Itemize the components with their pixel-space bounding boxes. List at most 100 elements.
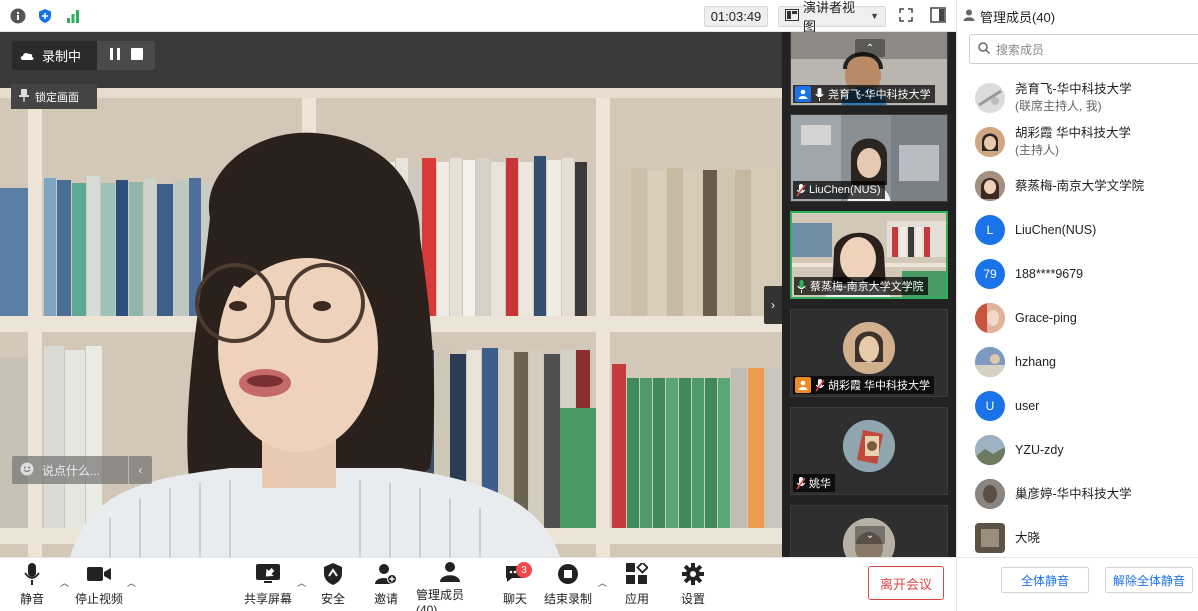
meeting-timer: 01:03:49 bbox=[704, 6, 768, 27]
video-thumbnail[interactable]: ⌃ 尧育飞-华中科技大学 bbox=[790, 32, 948, 106]
member-name-block: Grace-ping bbox=[1015, 310, 1077, 327]
member-row[interactable]: YZU-zdy bbox=[957, 428, 1198, 472]
member-name: 胡彩霞 华中科技大学 bbox=[1015, 126, 1131, 140]
pause-recording-icon[interactable] bbox=[109, 48, 121, 63]
member-avatar bbox=[975, 83, 1005, 113]
info-icon[interactable] bbox=[9, 7, 27, 25]
member-row[interactable]: 大晓 bbox=[957, 516, 1198, 560]
video-thumbnail[interactable]: 胡彩霞 华中科技大学 bbox=[790, 309, 948, 397]
chat-label: 聊天 bbox=[502, 592, 527, 606]
view-mode-label: 演讲者视图 bbox=[803, 0, 856, 34]
participants-button[interactable]: 管理成员(40) bbox=[416, 562, 484, 611]
chevron-left-icon[interactable]: ‹ bbox=[128, 456, 152, 484]
video-thumbnail[interactable]: ⌄ bbox=[790, 505, 948, 557]
fullscreen-icon[interactable] bbox=[898, 7, 916, 25]
video-thumbnail[interactable]: LiuChen(NUS) bbox=[790, 114, 948, 202]
pin-icon bbox=[19, 88, 29, 105]
member-name: 蔡蒸梅-南京大学文学院 bbox=[1015, 178, 1145, 193]
panel-title: 管理成员(40) bbox=[980, 9, 1056, 25]
lock-view-button[interactable]: 锁定画面 bbox=[11, 84, 97, 109]
thumbnail-strip[interactable]: ⌃ 尧育飞-华中科技大学 LiuChen(NUS) 蔡蒸梅-南京大学文学院 胡彩… bbox=[782, 32, 956, 557]
thumbnail-name: 姚华 bbox=[809, 478, 831, 490]
member-name-block: user bbox=[1015, 398, 1039, 415]
chat-input-placeholder[interactable]: 说点什么... bbox=[42, 462, 128, 479]
shield-icon[interactable] bbox=[36, 7, 54, 25]
share-screen-button[interactable]: 共享屏幕 bbox=[244, 562, 292, 608]
recording-indicator: 录制中 bbox=[12, 41, 155, 70]
speaker-view-icon bbox=[785, 7, 799, 26]
member-name: 巢彦婷-华中科技大学 bbox=[1015, 486, 1132, 501]
shield-icon bbox=[321, 562, 345, 586]
chat-input-overlay[interactable]: 说点什么... ‹ bbox=[12, 456, 152, 484]
chevron-up-icon[interactable]: ︿ bbox=[60, 576, 69, 589]
share-screen-label: 共享屏幕 bbox=[244, 592, 293, 606]
thumbnail-name: 尧育飞-华中科技大学 bbox=[828, 89, 931, 101]
member-row[interactable]: L LiuChen(NUS) bbox=[957, 208, 1198, 252]
member-list[interactable]: 尧育飞-华中科技大学 (联席主持人, 我) 胡彩霞 华中科技大学 (主持人) 蔡… bbox=[957, 76, 1198, 560]
member-row[interactable]: 蔡蒸梅-南京大学文学院 bbox=[957, 164, 1198, 208]
recording-controls bbox=[97, 41, 155, 70]
member-role: (联席主持人, 我) bbox=[1015, 99, 1102, 113]
member-avatar-initial: L bbox=[975, 215, 1005, 245]
view-mode-dropdown[interactable]: 演讲者视图 ▼ bbox=[778, 0, 886, 34]
member-avatar bbox=[975, 347, 1005, 377]
participant-avatar bbox=[843, 420, 895, 472]
unmute-all-button[interactable]: 解除全体静音 bbox=[1105, 567, 1193, 593]
chevron-down-icon[interactable]: ⌄ bbox=[855, 526, 885, 544]
search-placeholder: 搜索成员 bbox=[996, 42, 1045, 57]
member-name: 大晓 bbox=[1015, 530, 1041, 545]
member-name-block: LiuChen(NUS) bbox=[1015, 222, 1096, 239]
main-video[interactable]: 录制中 锁定画面 说点什么... ‹ bbox=[0, 32, 782, 557]
member-row[interactable]: Grace-ping bbox=[957, 296, 1198, 340]
video-thumbnail[interactable]: 姚华 bbox=[790, 407, 948, 495]
thumbnail-name: 蔡蒸梅-南京大学文学院 bbox=[810, 281, 924, 293]
search-icon bbox=[978, 41, 991, 57]
chevron-up-icon[interactable]: ︿ bbox=[297, 576, 306, 589]
member-name: user bbox=[1015, 398, 1040, 413]
member-name-block: 巢彦婷-华中科技大学 bbox=[1015, 486, 1132, 503]
member-row[interactable]: 尧育飞-华中科技大学 (联席主持人, 我) bbox=[957, 76, 1198, 120]
mute-button[interactable]: 静音 bbox=[18, 562, 46, 608]
video-thumbnail-active[interactable]: 蔡蒸梅-南京大学文学院 bbox=[790, 211, 948, 299]
member-row[interactable]: 巢彦婷-华中科技大学 bbox=[957, 472, 1198, 516]
speaker-video-frame bbox=[0, 88, 782, 557]
stop-recording-icon[interactable] bbox=[131, 48, 143, 63]
member-search-input[interactable]: 搜索成员 bbox=[969, 34, 1198, 64]
member-name: 188****9679 bbox=[1015, 266, 1084, 281]
thumbnail-name: LiuChen(NUS) bbox=[809, 184, 881, 196]
apps-label: 应用 bbox=[624, 592, 649, 606]
mute-label: 静音 bbox=[19, 592, 44, 606]
member-row[interactable]: hzhang bbox=[957, 340, 1198, 384]
apps-button[interactable]: 应用 bbox=[624, 562, 650, 608]
member-name: Grace-ping bbox=[1015, 310, 1077, 325]
member-name: 尧育飞-华中科技大学 bbox=[1015, 82, 1132, 96]
member-name: YZU-zdy bbox=[1015, 442, 1064, 457]
member-row[interactable]: U user bbox=[957, 384, 1198, 428]
settings-button[interactable]: 设置 bbox=[680, 562, 706, 608]
leave-meeting-button[interactable]: 离开会议 bbox=[868, 566, 944, 600]
video-camera-icon bbox=[87, 562, 111, 586]
member-row[interactable]: 胡彩霞 华中科技大学 (主持人) bbox=[957, 120, 1198, 164]
member-name-block: 蔡蒸梅-南京大学文学院 bbox=[1015, 178, 1144, 195]
invite-button[interactable]: 邀请 bbox=[373, 562, 399, 608]
security-button[interactable]: 安全 bbox=[320, 562, 346, 608]
member-row[interactable]: 79 188****9679 bbox=[957, 252, 1198, 296]
end-recording-button[interactable]: 结束录制 bbox=[544, 562, 592, 608]
member-name-block: YZU-zdy bbox=[1015, 442, 1064, 459]
signal-icon[interactable] bbox=[64, 7, 82, 25]
mic-icon bbox=[20, 562, 44, 586]
collapse-thumbnails-button[interactable]: › bbox=[764, 286, 782, 324]
emoji-icon[interactable] bbox=[20, 462, 34, 479]
invite-label: 邀请 bbox=[373, 592, 398, 606]
mute-all-button[interactable]: 全体静音 bbox=[1001, 567, 1089, 593]
share-screen-icon bbox=[256, 562, 280, 586]
chevron-up-icon[interactable]: ︿ bbox=[598, 576, 607, 589]
stop-video-button[interactable]: 停止视频 bbox=[74, 562, 124, 608]
chat-button[interactable]: 3 聊天 bbox=[502, 562, 532, 608]
chevron-up-icon[interactable]: ︿ bbox=[127, 576, 136, 589]
person-icon bbox=[795, 377, 811, 393]
recording-label: 录制中 bbox=[42, 49, 82, 64]
mic-icon bbox=[814, 87, 825, 101]
chevron-up-icon[interactable]: ⌃ bbox=[855, 39, 885, 57]
side-panel-icon[interactable] bbox=[930, 7, 948, 25]
